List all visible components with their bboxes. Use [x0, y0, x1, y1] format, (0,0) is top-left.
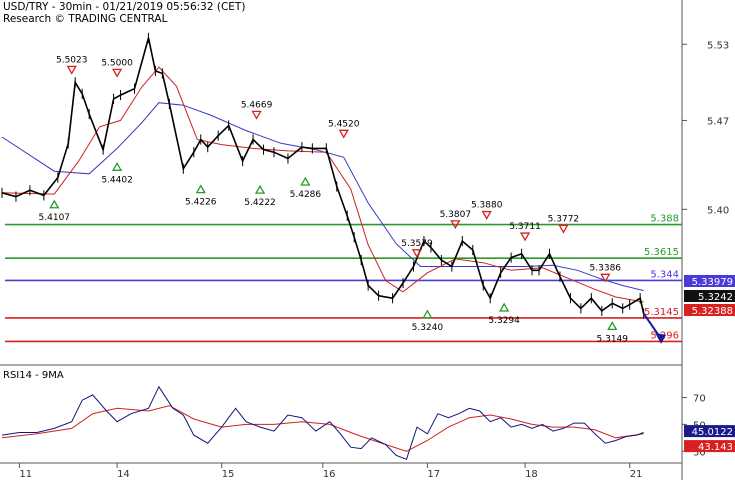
low-label: 5.4222 — [244, 198, 276, 208]
resistance-marker — [251, 110, 262, 120]
high-label: 5.3772 — [548, 214, 580, 224]
support-marker — [499, 302, 510, 312]
time-tick-label: 15 — [222, 469, 235, 480]
low-label: 5.3149 — [597, 334, 629, 344]
time-tick-label: 17 — [427, 469, 440, 480]
fast-ma-line — [1, 66, 644, 303]
value-badge-label: 5.33979 — [692, 277, 733, 288]
value-badge-label: 43.143 — [698, 442, 733, 453]
level-label: 5.388 — [650, 214, 679, 225]
time-tick-label: 14 — [117, 469, 130, 480]
axis-ticks: 5.535.475.4070503011141516171821 — [18, 40, 729, 480]
rsi-line — [1, 385, 644, 460]
high-label: 5.3807 — [440, 210, 472, 220]
high-label: 5.4520 — [328, 119, 360, 129]
high-label: 5.3711 — [509, 222, 541, 232]
rsi-ma-line — [1, 405, 644, 452]
low-label: 5.4402 — [101, 175, 133, 185]
low-label: 5.3240 — [412, 323, 444, 333]
rsi-series — [1, 385, 644, 460]
high-label: 5.3880 — [471, 201, 503, 211]
slow-moving-average — [1, 102, 644, 292]
low-label: 5.4226 — [185, 198, 217, 208]
resistance-marker — [481, 210, 492, 220]
price-tick-label: 5.53 — [707, 40, 729, 51]
level-label: 5.344 — [650, 269, 679, 280]
price-line — [1, 37, 645, 314]
price-series — [1, 32, 645, 319]
resistance-marker — [519, 232, 531, 242]
high-label: 5.5000 — [101, 58, 133, 68]
resistance-marker — [411, 249, 423, 259]
price-tick-label: 5.40 — [707, 205, 729, 216]
high-label: 5.3579 — [401, 239, 433, 249]
value-badges: 5.33979 5.3242 5.32388 45.0122 43.143 — [684, 275, 735, 453]
time-tick-label: 21 — [630, 469, 643, 480]
support-marker — [195, 184, 206, 194]
support-marker — [300, 176, 311, 186]
resistance-marker — [558, 224, 569, 234]
level-label: 5.3615 — [644, 247, 679, 258]
price-chart-canvas: RSI14 - 9MA 5.3885.36155.3445.31455.296 … — [0, 0, 735, 480]
support-marker — [49, 199, 60, 209]
low-label: 5.4286 — [290, 190, 322, 200]
pivot-markers: 5.5023 5.5000 5.4669 5.4520 5.3579 5.38075.38… — [39, 55, 667, 344]
value-badge-label: 45.0122 — [692, 427, 733, 438]
low-label: 5.4107 — [39, 213, 71, 223]
price-tick-label: 5.47 — [707, 116, 729, 127]
high-label: 5.4669 — [241, 100, 273, 110]
support-resistance-levels: 5.3885.36155.3445.31455.296 — [5, 214, 682, 343]
high-label: 5.5023 — [56, 55, 88, 65]
rsi-tick-label: 70 — [693, 394, 706, 405]
fast-moving-average — [1, 66, 644, 303]
time-tick-label: 16 — [323, 469, 336, 480]
rsi-panel-title: RSI14 - 9MA — [3, 370, 64, 381]
level-label: 5.3145 — [644, 307, 679, 318]
resistance-marker — [111, 68, 123, 78]
time-tick-label: 18 — [525, 469, 538, 480]
low-label: 5.3294 — [488, 316, 520, 326]
value-badge-label: 5.32388 — [692, 306, 733, 317]
time-tick-label: 11 — [19, 469, 32, 480]
high-label: 5.3386 — [590, 263, 622, 273]
support-marker — [254, 184, 266, 194]
support-marker — [607, 321, 618, 331]
support-marker — [422, 309, 433, 319]
support-marker — [111, 161, 123, 171]
slow-ma-line — [1, 102, 644, 292]
resistance-marker — [338, 129, 349, 139]
value-badge-label: 5.3242 — [698, 292, 733, 303]
resistance-marker — [66, 65, 77, 75]
